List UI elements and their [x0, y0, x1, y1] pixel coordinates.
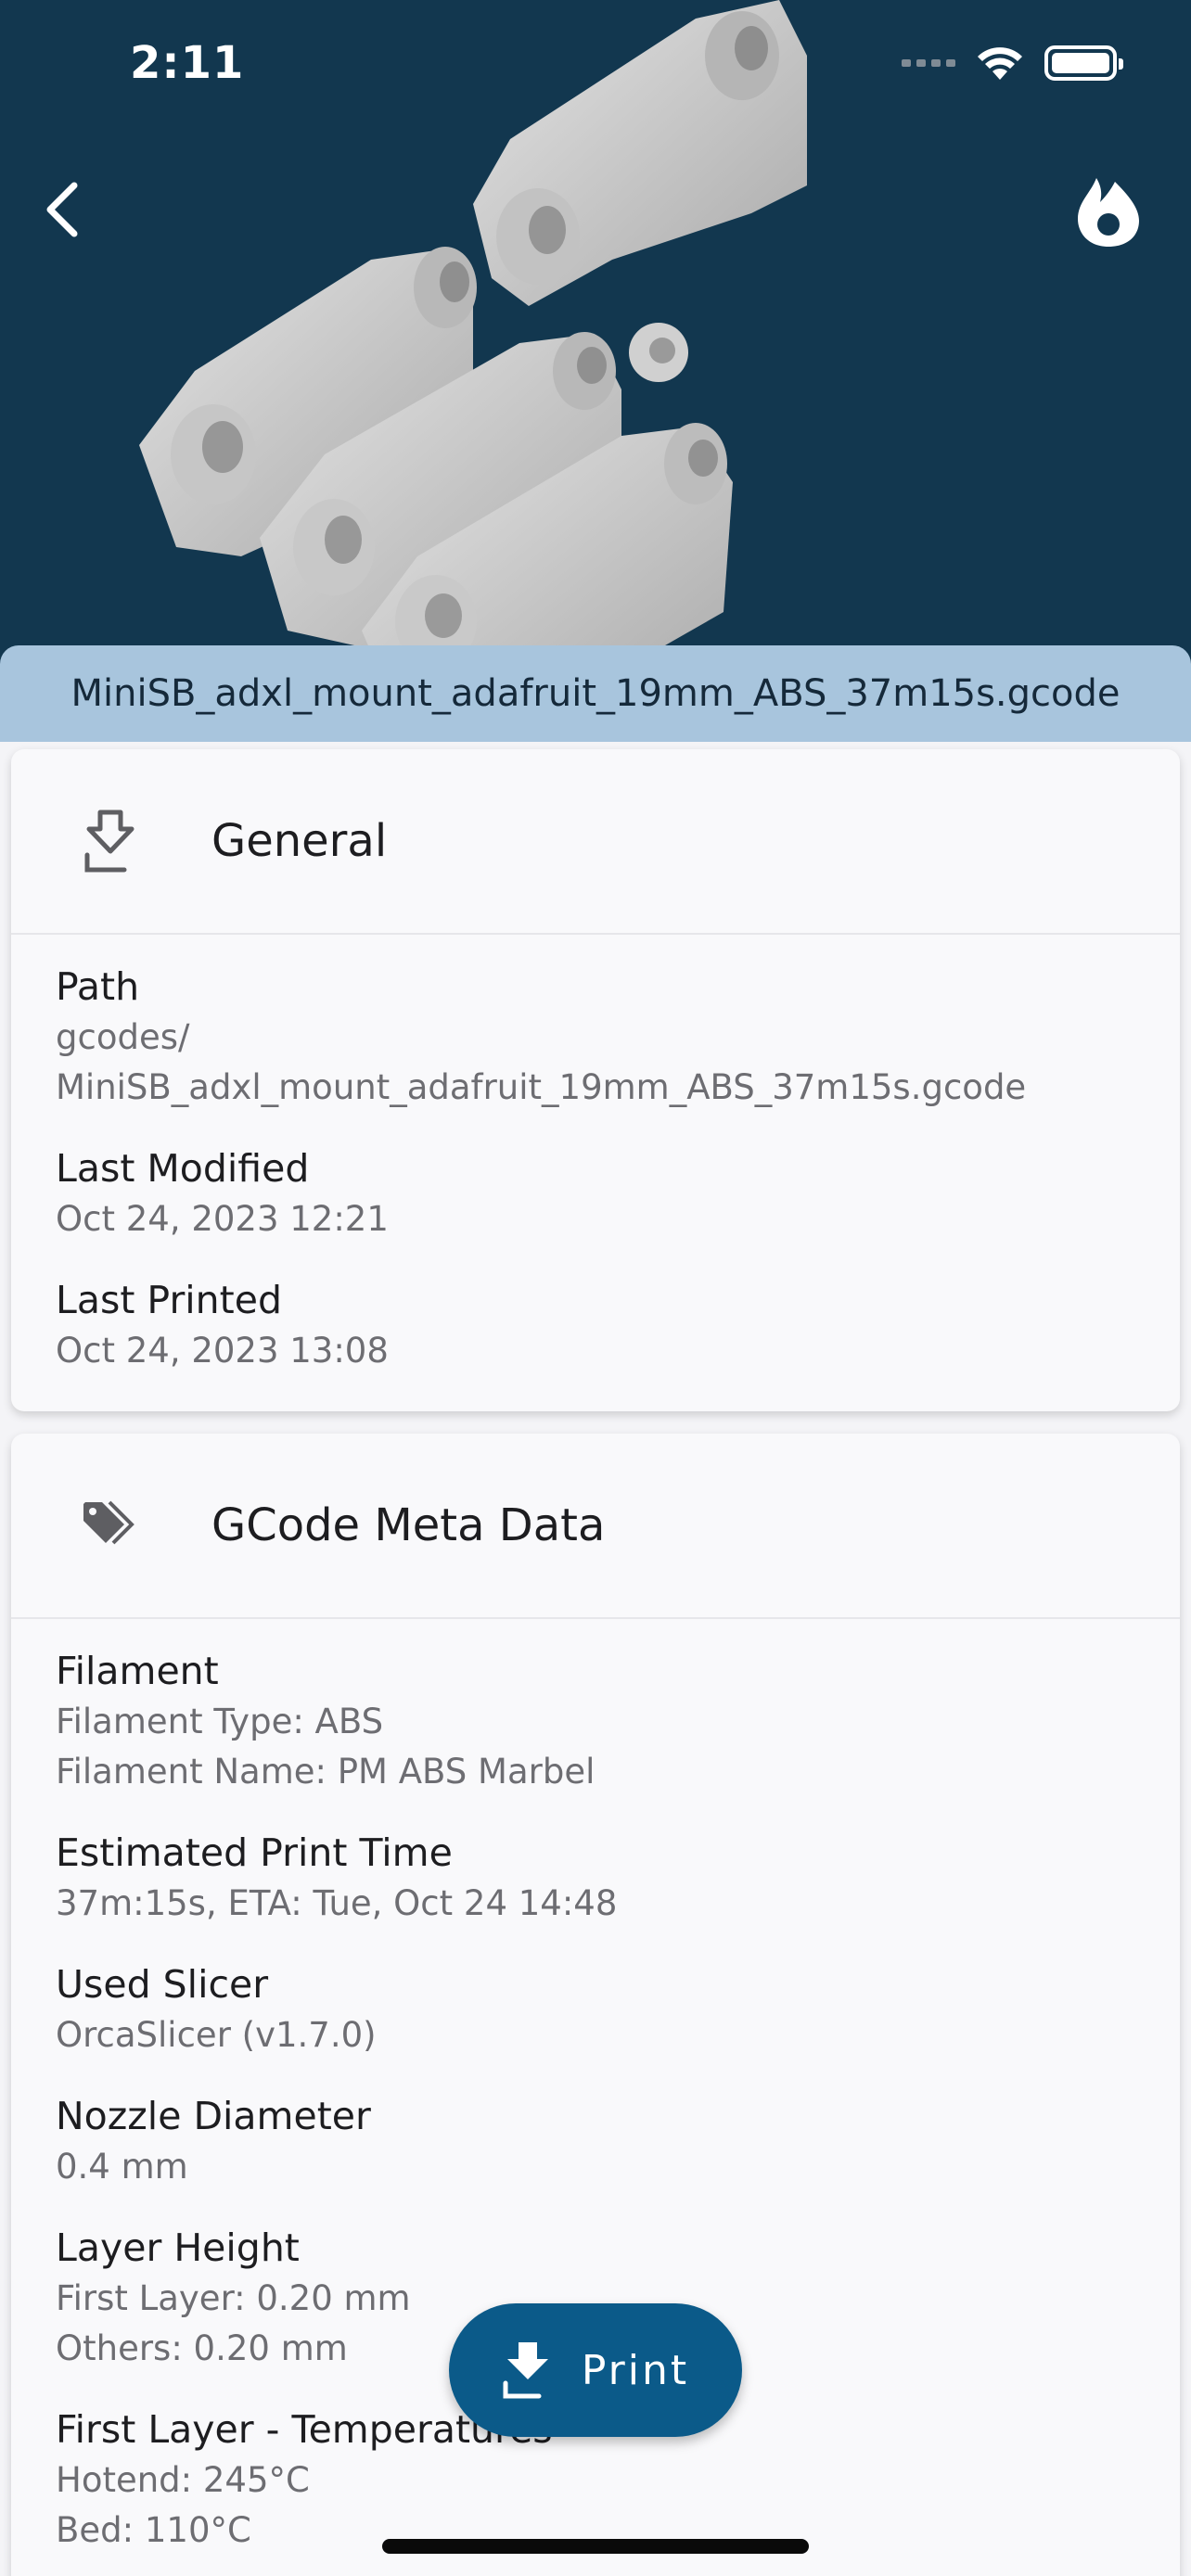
cellular-signal-icon — [902, 59, 955, 67]
flame-icon — [1078, 178, 1139, 247]
filament-name-value: Filament Name: PM ABS Marbel — [56, 1752, 596, 1792]
slicer-value: OrcaSlicer (v1.7.0) — [56, 2015, 377, 2055]
file-download-icon — [84, 810, 134, 873]
battery-icon — [1044, 45, 1123, 81]
tags-icon — [83, 1500, 134, 1545]
general-card-title: General — [211, 815, 388, 867]
status-icons — [902, 45, 1123, 82]
chevron-left-icon — [46, 182, 78, 237]
print-download-icon — [503, 2342, 548, 2399]
model-preview-image — [139, 0, 807, 668]
nozzle-value: 0.4 mm — [56, 2147, 188, 2187]
gcode-meta-card-title: GCode Meta Data — [211, 1499, 606, 1551]
last-modified-field: Last Modified Oct 24, 2023 12:21 — [56, 1142, 1135, 1244]
print-time-label: Estimated Print Time — [56, 1830, 453, 1875]
filament-type-value: Filament Type: ABS — [56, 1702, 384, 1741]
slicer-field: Used Slicer OrcaSlicer (v1.7.0) — [56, 1958, 1135, 2060]
last-printed-label: Last Printed — [56, 1278, 282, 1322]
nozzle-field: Nozzle Diameter 0.4 mm — [56, 2090, 1135, 2192]
print-button[interactable]: Print — [449, 2303, 742, 2437]
path-value-filename: MiniSB_adxl_mount_adafruit_19mm_ABS_37m1… — [56, 1067, 1027, 1107]
wifi-icon — [978, 47, 1022, 80]
path-field: Path gcodes/ MiniSB_adxl_mount_adafruit_… — [56, 961, 1135, 1113]
filament-label: Filament — [56, 1649, 219, 1693]
general-card: General Path gcodes/ MiniSB_adxl_mount_a… — [11, 749, 1180, 1411]
status-time: 2:11 — [130, 37, 245, 89]
gcode-meta-card-header: GCode Meta Data — [11, 1434, 1180, 1619]
back-button[interactable] — [33, 172, 89, 247]
path-value: gcodes/ — [56, 1017, 190, 1057]
last-printed-value: Oct 24, 2023 13:08 — [56, 1331, 389, 1371]
print-time-field: Estimated Print Time 37m:15s, ETA: Tue, … — [56, 1827, 1135, 1929]
preheat-button[interactable] — [1074, 174, 1143, 249]
gcode-preview-header: 2:11 MiniSB_adxl_mount_adafruit_19mm_ABS… — [0, 0, 1191, 742]
layer-height-label: Layer Height — [56, 2225, 300, 2270]
last-modified-value: Oct 24, 2023 12:21 — [56, 1199, 389, 1239]
last-modified-label: Last Modified — [56, 1146, 310, 1191]
hotend-temp-value: Hotend: 245°C — [56, 2460, 310, 2500]
print-time-value: 37m:15s, ETA: Tue, Oct 24 14:48 — [56, 1883, 618, 1923]
filament-field: Filament Filament Type: ABS Filament Nam… — [56, 1645, 1135, 1797]
print-button-label: Print — [581, 2346, 690, 2394]
last-printed-field: Last Printed Oct 24, 2023 13:08 — [56, 1274, 1135, 1376]
nozzle-label: Nozzle Diameter — [56, 2094, 371, 2138]
general-card-header: General — [11, 749, 1180, 935]
slicer-label: Used Slicer — [56, 1962, 269, 2007]
file-name-strip: MiniSB_adxl_mount_adafruit_19mm_ABS_37m1… — [0, 645, 1191, 742]
path-label: Path — [56, 964, 140, 1009]
home-indicator — [382, 2539, 809, 2554]
